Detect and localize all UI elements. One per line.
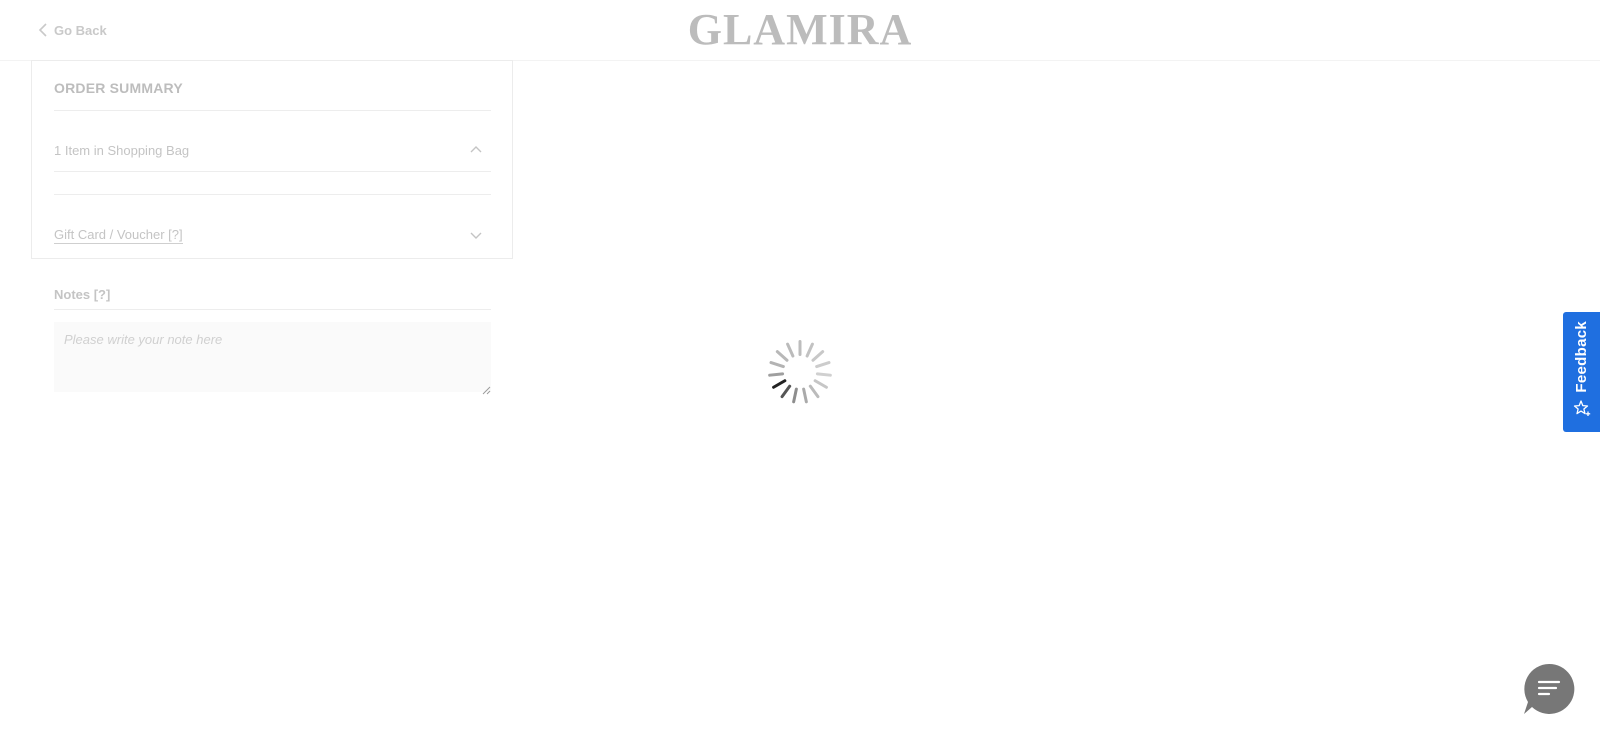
divider xyxy=(54,194,491,195)
sparkle-star-icon xyxy=(1573,399,1591,422)
divider xyxy=(54,171,491,172)
chevron-down-icon[interactable] xyxy=(469,228,483,242)
gift-card-voucher-label: Gift Card / Voucher [?] xyxy=(54,227,183,244)
page-header: Go Back GLAMIRA xyxy=(0,0,1600,61)
go-back-link[interactable]: Go Back xyxy=(38,21,107,39)
go-back-label: Go Back xyxy=(54,22,107,38)
notes-label[interactable]: Notes [?] xyxy=(54,287,110,302)
feedback-tab[interactable]: Feedback xyxy=(1563,312,1600,432)
gift-card-voucher-toggle[interactable]: Gift Card / Voucher [?] xyxy=(54,227,183,244)
divider xyxy=(54,309,491,310)
feedback-label: Feedback xyxy=(1573,321,1590,393)
chat-menu-icon xyxy=(1524,663,1575,714)
divider xyxy=(54,110,491,111)
glamira-logo[interactable]: GLAMIRA xyxy=(688,8,912,52)
chevron-up-icon[interactable] xyxy=(469,143,483,157)
chat-button[interactable] xyxy=(1522,662,1576,716)
items-in-bag-toggle[interactable]: 1 Item in Shopping Bag xyxy=(54,143,189,158)
order-summary-title: ORDER SUMMARY xyxy=(54,80,183,96)
resize-grip-icon[interactable] xyxy=(482,382,491,395)
chevron-left-icon xyxy=(38,23,48,37)
notes-textarea[interactable] xyxy=(54,322,491,392)
loading-spinner-icon xyxy=(768,340,832,404)
